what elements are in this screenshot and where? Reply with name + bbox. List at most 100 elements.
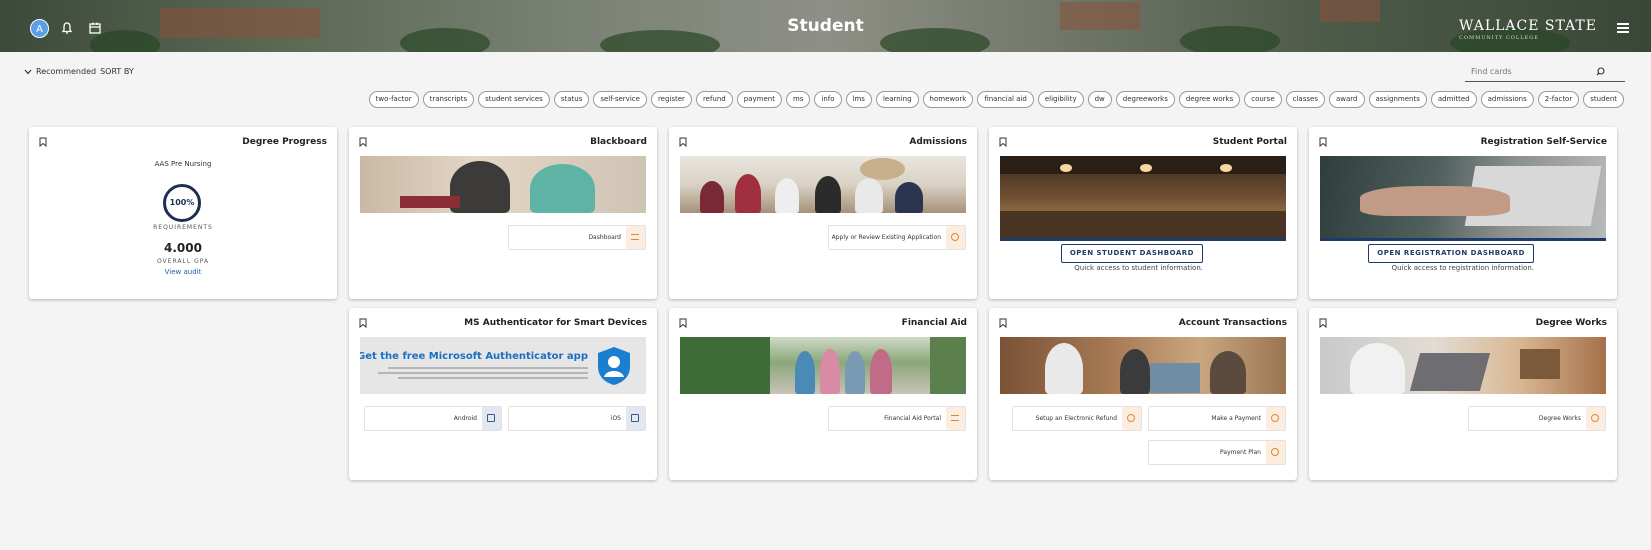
apply-or-review-application-link[interactable]: Apply or Review Existing Application	[828, 225, 966, 250]
requirements-label: REQUIREMENTS	[153, 224, 213, 231]
tag-chip[interactable]: two-factor	[368, 91, 419, 108]
tag-chip[interactable]: assignments	[1368, 91, 1427, 108]
tag-chip[interactable]: payment	[736, 91, 782, 108]
tag-chip[interactable]: degreeworks	[1115, 91, 1175, 108]
link-label: Apply or Review Existing Application	[831, 234, 941, 241]
refund-icon	[1122, 407, 1141, 430]
tag-chip[interactable]: status	[553, 91, 590, 108]
bookmark-icon[interactable]	[359, 137, 367, 147]
tag-chip[interactable]: transcripts	[422, 91, 475, 108]
bookmark-icon[interactable]	[999, 318, 1007, 328]
make-a-payment-link[interactable]: Make a Payment	[1148, 406, 1286, 431]
gpa-value: 4.000	[164, 241, 202, 255]
card-title: Admissions	[909, 137, 967, 147]
payment-plan-link[interactable]: Payment Plan	[1148, 440, 1286, 465]
link-label: iOS	[610, 415, 621, 422]
link-label: Degree Works	[1538, 415, 1581, 422]
tag-chip[interactable]: 2-factor	[1537, 91, 1580, 108]
card-admissions: Admissions Apply or Review Existing Appl…	[669, 127, 977, 299]
tag-chip[interactable]: ms	[785, 91, 811, 108]
menu-icon[interactable]	[1617, 23, 1629, 35]
header-banner: A Student WALLACE STATE COMMUNITY COLLEG…	[0, 0, 1651, 52]
tag-chip[interactable]: info	[814, 91, 842, 108]
plan-icon	[1266, 441, 1285, 464]
open-registration-dashboard-button[interactable]: OPEN REGISTRATION DASHBOARD	[1368, 244, 1534, 263]
tag-chip[interactable]: eligibility	[1037, 91, 1084, 108]
android-icon	[482, 407, 501, 430]
card-student-portal: Student Portal OPEN STUDENT DASHBOARD Qu…	[989, 127, 1297, 299]
degree-works-link[interactable]: Degree Works	[1468, 406, 1606, 431]
card-subtitle: Quick access to registration information…	[1391, 264, 1534, 272]
bookmark-icon[interactable]	[999, 137, 1007, 147]
tag-chip[interactable]: student services	[478, 91, 550, 108]
card-image-typing	[1320, 156, 1606, 241]
bookmark-icon[interactable]	[1319, 318, 1327, 328]
bookmark-icon[interactable]	[679, 318, 687, 328]
card-account-transactions: Account Transactions Make a Payment Setu…	[989, 308, 1297, 480]
dashboard-link[interactable]: Dashboard	[508, 225, 646, 250]
bookmark-icon[interactable]	[39, 137, 47, 147]
college-logo[interactable]: WALLACE STATE COMMUNITY COLLEGE	[1459, 18, 1597, 41]
tag-chip[interactable]: admissions	[1480, 91, 1534, 108]
setup-electronic-refund-link[interactable]: Setup an Electronic Refund	[1012, 406, 1142, 431]
view-audit-link[interactable]: View audit	[29, 268, 337, 276]
card-image-campus-walk	[680, 337, 966, 394]
link-label: Dashboard	[588, 234, 621, 241]
tag-chip[interactable]: financial aid	[977, 91, 1034, 108]
tag-chip[interactable]: refund	[695, 91, 733, 108]
card-title: Account Transactions	[1178, 318, 1287, 328]
android-link[interactable]: Android	[364, 406, 502, 431]
tag-chip[interactable]: lms	[845, 91, 872, 108]
payment-icon	[1266, 407, 1285, 430]
card-title: Degree Progress	[242, 137, 327, 147]
authenticator-app-icon	[598, 347, 630, 385]
card-degree-works: Degree Works Degree Works	[1309, 308, 1617, 480]
tag-chip[interactable]: learning	[875, 91, 919, 108]
apple-icon	[626, 407, 645, 430]
link-label: Make a Payment	[1211, 415, 1261, 422]
brand-subtitle: COMMUNITY COLLEGE	[1459, 35, 1539, 41]
card-subtitle: Quick access to student information.	[1074, 264, 1203, 272]
tag-filter-bar: student 2-factor admissions admitted ass…	[362, 91, 1624, 109]
sort-dropdown[interactable]: Recommended SORT BY	[24, 67, 134, 76]
dashboard-icon	[626, 226, 645, 249]
tag-chip[interactable]: self-service	[593, 91, 647, 108]
search-field[interactable]	[1465, 62, 1625, 82]
ios-link[interactable]: iOS	[508, 406, 646, 431]
link-label: Android	[453, 415, 477, 422]
card-blackboard: Blackboard Dashboard	[349, 127, 657, 299]
open-student-dashboard-button[interactable]: OPEN STUDENT DASHBOARD	[1060, 244, 1203, 263]
tag-chip[interactable]: register	[650, 91, 692, 108]
chevron-down-icon	[24, 69, 32, 74]
financial-aid-portal-link[interactable]: Financial Aid Portal	[828, 406, 966, 431]
card-title: Blackboard	[590, 137, 647, 147]
card-image-business-office	[1000, 337, 1286, 394]
gpa-label: OVERALL GPA	[156, 258, 210, 265]
application-icon	[946, 226, 965, 249]
portal-icon	[946, 407, 965, 430]
card-title: Financial Aid	[901, 318, 967, 328]
search-input[interactable]	[1471, 67, 1591, 76]
tag-chip[interactable]: degree works	[1178, 91, 1241, 108]
sort-value: Recommended	[36, 67, 97, 76]
tag-chip[interactable]: course	[1244, 91, 1282, 108]
brand-name: WALLACE STATE	[1459, 18, 1597, 34]
tag-chip[interactable]: admitted	[1430, 91, 1477, 108]
link-label: Setup an Electronic Refund	[1035, 415, 1117, 422]
bookmark-icon[interactable]	[1319, 137, 1327, 147]
tag-chip[interactable]: award	[1328, 91, 1365, 108]
card-title: Degree Works	[1535, 318, 1607, 328]
link-label: Financial Aid Portal	[884, 415, 941, 422]
card-image-library	[1000, 156, 1286, 241]
card-image-laptop-student	[1320, 337, 1606, 394]
card-image-students	[680, 156, 966, 213]
sort-label: SORT BY	[100, 67, 134, 76]
tag-chip[interactable]: dw	[1087, 91, 1112, 108]
card-image-studying	[360, 156, 646, 213]
tag-chip[interactable]: student	[1583, 91, 1624, 108]
tag-chip[interactable]: homework	[922, 91, 974, 108]
bookmark-icon[interactable]	[679, 137, 687, 147]
card-title: Student Portal	[1212, 137, 1287, 147]
bookmark-icon[interactable]	[359, 318, 367, 328]
tag-chip[interactable]: classes	[1285, 91, 1325, 108]
